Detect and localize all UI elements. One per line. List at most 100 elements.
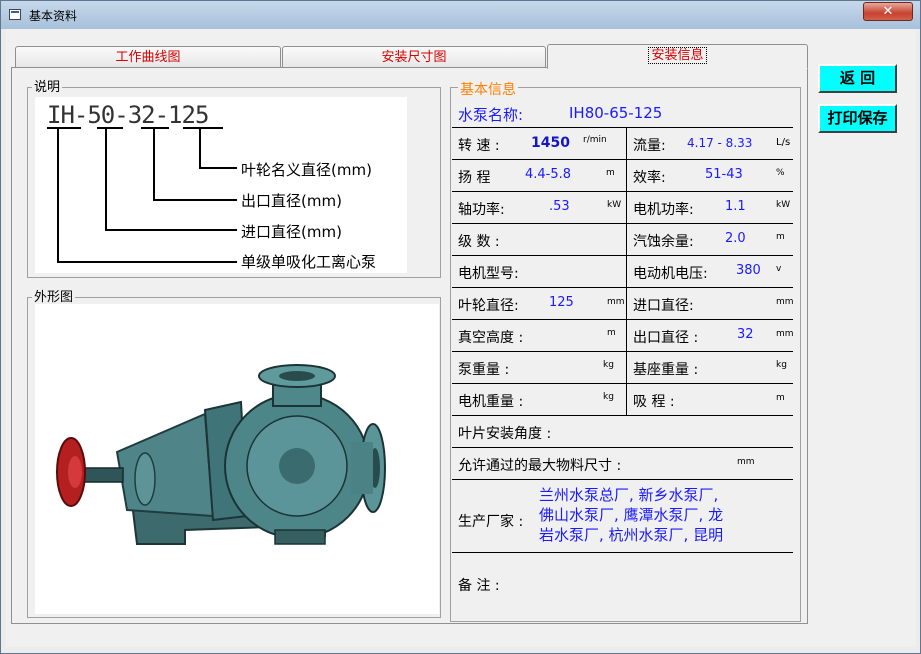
npsh-value: 2.0 xyxy=(725,231,746,246)
flow-value: 4.17 - 8.33 xyxy=(687,136,753,150)
stages-label: 级 数 : xyxy=(458,234,500,250)
tab-install-info[interactable]: 安装信息 xyxy=(547,44,808,69)
shaft-power-value: .53 xyxy=(549,199,570,214)
underline-outlet xyxy=(141,127,169,129)
underline-impeller xyxy=(183,127,223,129)
legend-outlet-diameter: 出口直径(mm) xyxy=(241,192,342,210)
npsh-label: 汽蚀余量: xyxy=(633,234,694,250)
underline-inlet xyxy=(97,127,123,129)
base-weight-unit: kg xyxy=(776,360,787,370)
shaft-power-unit: kW xyxy=(607,200,622,210)
impeller-diameter-label: 叶轮直径: xyxy=(458,298,519,314)
underline-ih xyxy=(47,127,81,129)
row-divider xyxy=(452,223,793,224)
efficiency-value: 51-43 xyxy=(705,167,743,182)
inlet-diameter-label: 进口直径: xyxy=(633,298,694,314)
leader-inlet xyxy=(105,127,107,231)
outlet-diameter-unit: mm xyxy=(776,329,794,339)
speed-value: 1450 xyxy=(531,135,570,151)
pump-photo xyxy=(35,304,439,614)
pump-weight-unit: kg xyxy=(603,360,614,370)
motor-voltage-label: 电动机电压: xyxy=(633,266,708,282)
max-material-size-label: 允许通过的最大物料尺寸 : xyxy=(458,458,622,474)
manufacturer-line-1: 兰州水泵总厂, 新乡水泵厂, xyxy=(539,486,719,504)
motor-weight-label: 电机重量 : xyxy=(458,394,524,410)
leader-outlet xyxy=(153,127,155,201)
suction-lift-unit: m xyxy=(776,393,785,403)
tab-install-dimension-label: 安装尺寸图 xyxy=(381,50,447,65)
close-button[interactable]: ✕ xyxy=(863,2,913,21)
row-divider xyxy=(452,552,793,553)
leader-pump-type-h xyxy=(57,261,237,263)
efficiency-unit: % xyxy=(776,168,785,178)
row-divider xyxy=(452,447,793,448)
row-divider xyxy=(452,191,793,192)
motor-power-label: 电机功率: xyxy=(633,202,694,218)
tab-work-curve-label: 工作曲线图 xyxy=(115,50,181,65)
outlet-diameter-label: 出口直径 : xyxy=(633,330,699,346)
speed-label: 转 速 : xyxy=(458,138,500,154)
npsh-unit: m xyxy=(776,232,785,242)
pump-illustration xyxy=(56,364,386,545)
row-divider xyxy=(452,287,793,288)
speed-unit: r/min xyxy=(583,135,607,145)
manufacturer-label: 生产厂家 : xyxy=(458,514,524,530)
tab-install-info-label: 安装信息 xyxy=(648,47,707,64)
basic-info-label: 基本信息 xyxy=(458,79,518,99)
motor-voltage-value: 380 xyxy=(736,263,761,278)
pump-weight-label: 泵重量 : xyxy=(458,362,510,378)
model-number: IH-50-32-125 xyxy=(47,101,209,129)
window-title: 基本资料 xyxy=(29,9,78,23)
head-value: 4.4-5.8 xyxy=(525,167,572,182)
impeller-diameter-unit: mm xyxy=(607,297,625,307)
manufacturer-line-3: 岩水泵厂, 杭州水泵厂, 昆明 xyxy=(539,526,724,544)
motor-power-unit: kW xyxy=(776,200,791,210)
column-divider xyxy=(626,127,627,415)
legend-impeller-diameter: 叶轮名义直径(mm) xyxy=(241,161,372,179)
row-divider xyxy=(452,351,793,352)
motor-model-label: 电机型号: xyxy=(458,266,519,282)
manufacturer-line-2: 佛山水泵厂, 鹰潭水泵厂, 龙 xyxy=(539,506,724,524)
row-divider xyxy=(452,319,793,320)
pump-name-value: IH80-65-125 xyxy=(569,104,663,122)
leader-impeller-h xyxy=(199,167,237,169)
row-divider xyxy=(452,383,793,384)
leader-pump-type xyxy=(57,127,59,263)
head-unit: m xyxy=(606,168,615,178)
base-weight-label: 基座重量 : xyxy=(633,362,699,378)
row-divider xyxy=(452,127,793,128)
motor-voltage-unit: v xyxy=(776,264,782,274)
motor-weight-unit: kg xyxy=(603,392,614,402)
shaft-power-label: 轴功率: xyxy=(458,202,505,218)
vacuum-height-unit: m xyxy=(607,328,616,338)
outlet-diameter-value: 32 xyxy=(737,327,754,342)
impeller-diameter-value: 125 xyxy=(549,295,574,310)
description-group-label: 说明 xyxy=(32,80,63,95)
leader-impeller xyxy=(199,127,201,169)
legend-inlet-diameter: 进口直径(mm) xyxy=(241,223,342,241)
row-divider xyxy=(452,479,793,480)
title-bar[interactable]: 基本资料 xyxy=(1,1,920,29)
appearance-group-label: 外形图 xyxy=(32,290,76,305)
tab-work-curve[interactable]: 工作曲线图 xyxy=(15,46,281,68)
max-material-size-unit: mm xyxy=(737,457,755,467)
print-save-button[interactable]: 打印保存 xyxy=(818,104,897,133)
suction-lift-label: 吸 程 : xyxy=(633,394,675,410)
inlet-diameter-unit: mm xyxy=(776,297,794,307)
blade-angle-label: 叶片安装角度 : xyxy=(458,426,552,442)
app-icon xyxy=(9,9,21,20)
head-label: 扬 程 xyxy=(458,170,491,186)
pump-name-label: 水泵名称: xyxy=(458,106,524,124)
tab-install-dimension[interactable]: 安装尺寸图 xyxy=(282,46,546,68)
back-button[interactable]: 返 回 xyxy=(818,64,897,93)
leader-inlet-h xyxy=(105,229,237,231)
window: 基本资料 ✕ 工作曲线图 安装尺寸图 安装信息 说明 IH-50-32-125 … xyxy=(0,0,921,654)
row-divider xyxy=(452,255,793,256)
legend-pump-type: 单级单吸化工离心泵 xyxy=(241,253,377,271)
vacuum-height-label: 真空高度 : xyxy=(458,330,524,346)
flow-label: 流量: xyxy=(633,138,666,154)
motor-power-value: 1.1 xyxy=(725,199,746,214)
leader-outlet-h xyxy=(153,199,237,201)
remark-label: 备 注 : xyxy=(458,578,500,594)
row-divider xyxy=(452,159,793,160)
